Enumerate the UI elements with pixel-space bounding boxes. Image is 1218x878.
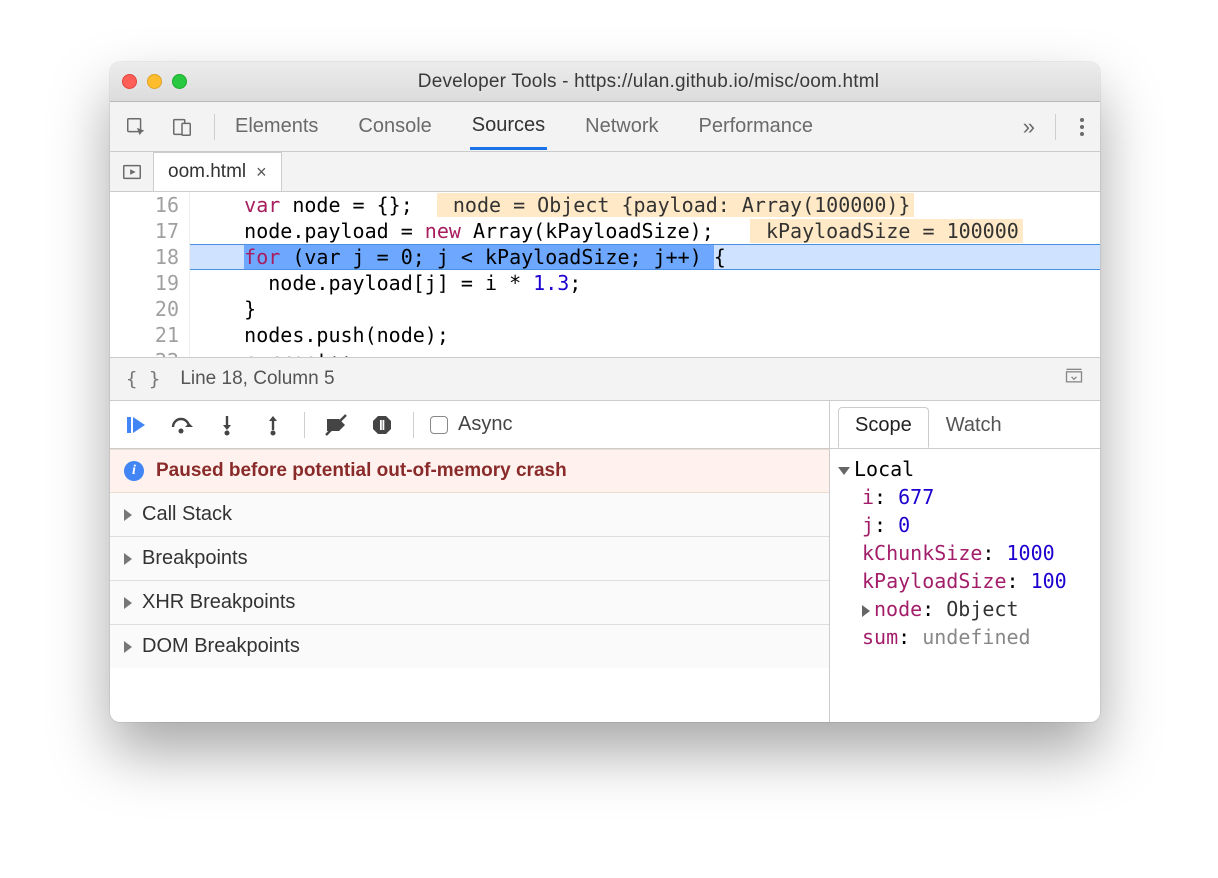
pretty-print-icon[interactable]: { }	[126, 368, 160, 390]
chevron-right-icon	[124, 553, 132, 565]
info-icon: i	[124, 461, 144, 481]
call-stack-section[interactable]: Call Stack	[110, 493, 829, 537]
panel-tabs: Elements Console Sources Network Perform…	[233, 104, 1005, 150]
zoom-window-button[interactable]	[172, 74, 187, 89]
line-gutter: 16 17 18 19 20 21 22	[110, 192, 190, 357]
close-tab-icon[interactable]: ×	[256, 162, 267, 183]
code-body: var node = {}; node = Object {payload: A…	[190, 192, 1100, 357]
source-file-tabs: oom.html ×	[110, 152, 1100, 192]
divider	[304, 412, 305, 438]
checkbox-icon[interactable]	[430, 416, 448, 434]
pause-reason-text: Paused before potential out-of-memory cr…	[156, 460, 567, 482]
pause-on-exceptions-icon[interactable]	[367, 410, 397, 440]
scope-var: kPayloadSize: 100	[836, 567, 1096, 595]
file-tab-oom-html[interactable]: oom.html ×	[154, 152, 282, 191]
chevron-right-icon	[862, 605, 870, 617]
divider	[1055, 114, 1056, 140]
async-label: Async	[458, 413, 512, 436]
settings-menu-icon[interactable]	[1076, 114, 1088, 140]
inline-value-hint: node = Object {payload: Array(100000)}	[437, 193, 915, 217]
section-label: Call Stack	[142, 503, 232, 526]
scope-var: sum: undefined	[836, 623, 1096, 651]
minimize-window-button[interactable]	[147, 74, 162, 89]
tab-console[interactable]: Console	[356, 105, 433, 148]
tab-watch[interactable]: Watch	[929, 407, 1019, 448]
scope-var[interactable]: node: Object	[836, 595, 1096, 623]
deactivate-breakpoints-icon[interactable]	[321, 410, 351, 440]
chevron-right-icon	[124, 597, 132, 609]
line-number: 19	[110, 270, 179, 296]
code-editor[interactable]: 16 17 18 19 20 21 22 var node = {}; node…	[110, 192, 1100, 357]
show-navigator-icon[interactable]	[110, 152, 154, 191]
editor-statusbar: { } Line 18, Column 5	[110, 357, 1100, 401]
scope-tree[interactable]: Local i: 677 j: 0 kChunkSize: 1000 kPayl…	[830, 449, 1100, 657]
async-checkbox[interactable]: Async	[430, 413, 512, 436]
line-number: 16	[110, 192, 179, 218]
chevron-right-icon	[124, 509, 132, 521]
inspect-element-icon[interactable]	[122, 113, 150, 141]
chevron-down-icon	[838, 467, 850, 475]
section-label: XHR Breakpoints	[142, 591, 295, 614]
inline-value-hint: kPayloadSize = 100000	[750, 219, 1023, 243]
titlebar: Developer Tools - https://ulan.github.io…	[110, 62, 1100, 102]
traffic-lights	[122, 74, 187, 89]
breakpoints-section[interactable]: Breakpoints	[110, 537, 829, 581]
scope-var: kChunkSize: 1000	[836, 539, 1096, 567]
devtools-window: Developer Tools - https://ulan.github.io…	[110, 62, 1100, 722]
line-number: 17	[110, 218, 179, 244]
divider	[214, 114, 215, 140]
section-label: DOM Breakpoints	[142, 635, 300, 658]
line-number: 18	[110, 244, 179, 270]
tab-scope[interactable]: Scope	[838, 407, 929, 448]
line-number: 20	[110, 296, 179, 322]
show-console-drawer-icon[interactable]	[1064, 366, 1084, 392]
scope-group-local[interactable]: Local	[836, 455, 1096, 483]
line-number: 21	[110, 322, 179, 348]
scope-var: j: 0	[836, 511, 1096, 539]
tab-sources[interactable]: Sources	[470, 104, 547, 150]
close-window-button[interactable]	[122, 74, 137, 89]
file-tab-label: oom.html	[168, 161, 246, 183]
dom-breakpoints-section[interactable]: DOM Breakpoints	[110, 625, 829, 668]
scope-var: i: 677	[836, 483, 1096, 511]
line-number: 22	[110, 348, 179, 357]
debugger-panels: Async i Paused before potential out-of-m…	[110, 401, 1100, 722]
tab-elements[interactable]: Elements	[233, 105, 320, 148]
debugger-left-panel: Async i Paused before potential out-of-m…	[110, 401, 830, 722]
step-into-icon[interactable]	[212, 410, 242, 440]
step-out-icon[interactable]	[258, 410, 288, 440]
xhr-breakpoints-section[interactable]: XHR Breakpoints	[110, 581, 829, 625]
section-label: Breakpoints	[142, 547, 248, 570]
devtools-toolbar: Elements Console Sources Network Perform…	[110, 102, 1100, 152]
scope-panel: Scope Watch Local i: 677 j: 0 kChunkSize…	[830, 401, 1100, 722]
resume-icon[interactable]	[120, 410, 150, 440]
scope-tabs: Scope Watch	[830, 401, 1100, 449]
window-title: Developer Tools - https://ulan.github.io…	[209, 71, 1088, 93]
tabs-overflow-icon[interactable]: »	[1023, 114, 1035, 140]
step-over-icon[interactable]	[166, 410, 196, 440]
device-toolbar-icon[interactable]	[168, 113, 196, 141]
tab-network[interactable]: Network	[583, 105, 660, 148]
debugger-toolbar: Async	[110, 401, 829, 449]
divider	[413, 412, 414, 438]
chevron-right-icon	[124, 641, 132, 653]
cursor-position: Line 18, Column 5	[180, 368, 334, 390]
tab-performance[interactable]: Performance	[697, 105, 816, 148]
pause-reason-banner: i Paused before potential out-of-memory …	[110, 449, 829, 493]
